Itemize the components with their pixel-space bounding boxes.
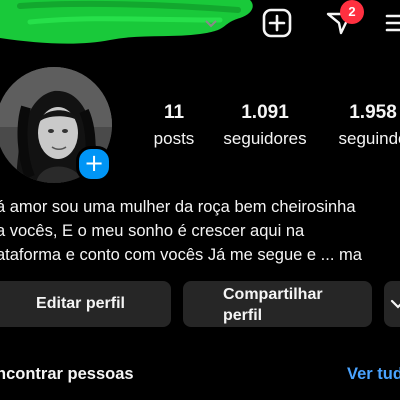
- share-profile-button[interactable]: Compartilhar perfil: [183, 281, 372, 327]
- account-switch-chevron-icon[interactable]: [200, 12, 222, 34]
- top-bar: 2: [0, 0, 400, 50]
- share-profile-label: Compartilhar perfil: [223, 286, 323, 324]
- bio-line: á amor sou uma mulher da roça bem cheiro…: [0, 198, 356, 216]
- chevron-down-icon: [390, 299, 400, 309]
- stat-posts[interactable]: 11 posts: [148, 102, 200, 149]
- stat-posts-count: 11: [163, 102, 185, 123]
- bio-line-more[interactable]: ataforma e conto com vocês Já me segue e…: [0, 243, 400, 267]
- bio-line: a vocês, E o meu sonho é crescer aqui na: [0, 222, 305, 240]
- edit-profile-button[interactable]: Editar perfil: [0, 281, 171, 327]
- stat-posts-label: posts: [153, 129, 195, 148]
- stat-following-label: seguindo: [338, 129, 400, 148]
- profile-avatar-wrap[interactable]: +: [0, 67, 112, 183]
- plus-square-icon: [262, 8, 292, 38]
- add-story-button[interactable]: +: [76, 146, 112, 182]
- stat-followers-label: seguidores: [223, 129, 307, 148]
- profile-screen: 2 + 11 posts 1.091 seguidores 1.958 segu…: [0, 0, 400, 400]
- hamburger-menu-icon: [385, 14, 400, 32]
- profile-bio: á amor sou uma mulher da roça bem cheiro…: [0, 195, 400, 267]
- menu-button[interactable]: [384, 8, 400, 38]
- stat-following[interactable]: 1.958 seguindo: [328, 102, 400, 149]
- stat-followers[interactable]: 1.091 seguidores: [216, 102, 314, 149]
- create-post-button[interactable]: [262, 8, 292, 38]
- notification-badge: 2: [340, 0, 364, 24]
- stat-followers-count: 1.091: [241, 102, 289, 123]
- discover-people-title: ncontrar pessoas: [0, 365, 134, 383]
- stat-following-count: 1.958: [349, 102, 397, 123]
- see-all-link[interactable]: Ver tud: [347, 365, 400, 384]
- discover-people-toggle-button[interactable]: [384, 281, 400, 327]
